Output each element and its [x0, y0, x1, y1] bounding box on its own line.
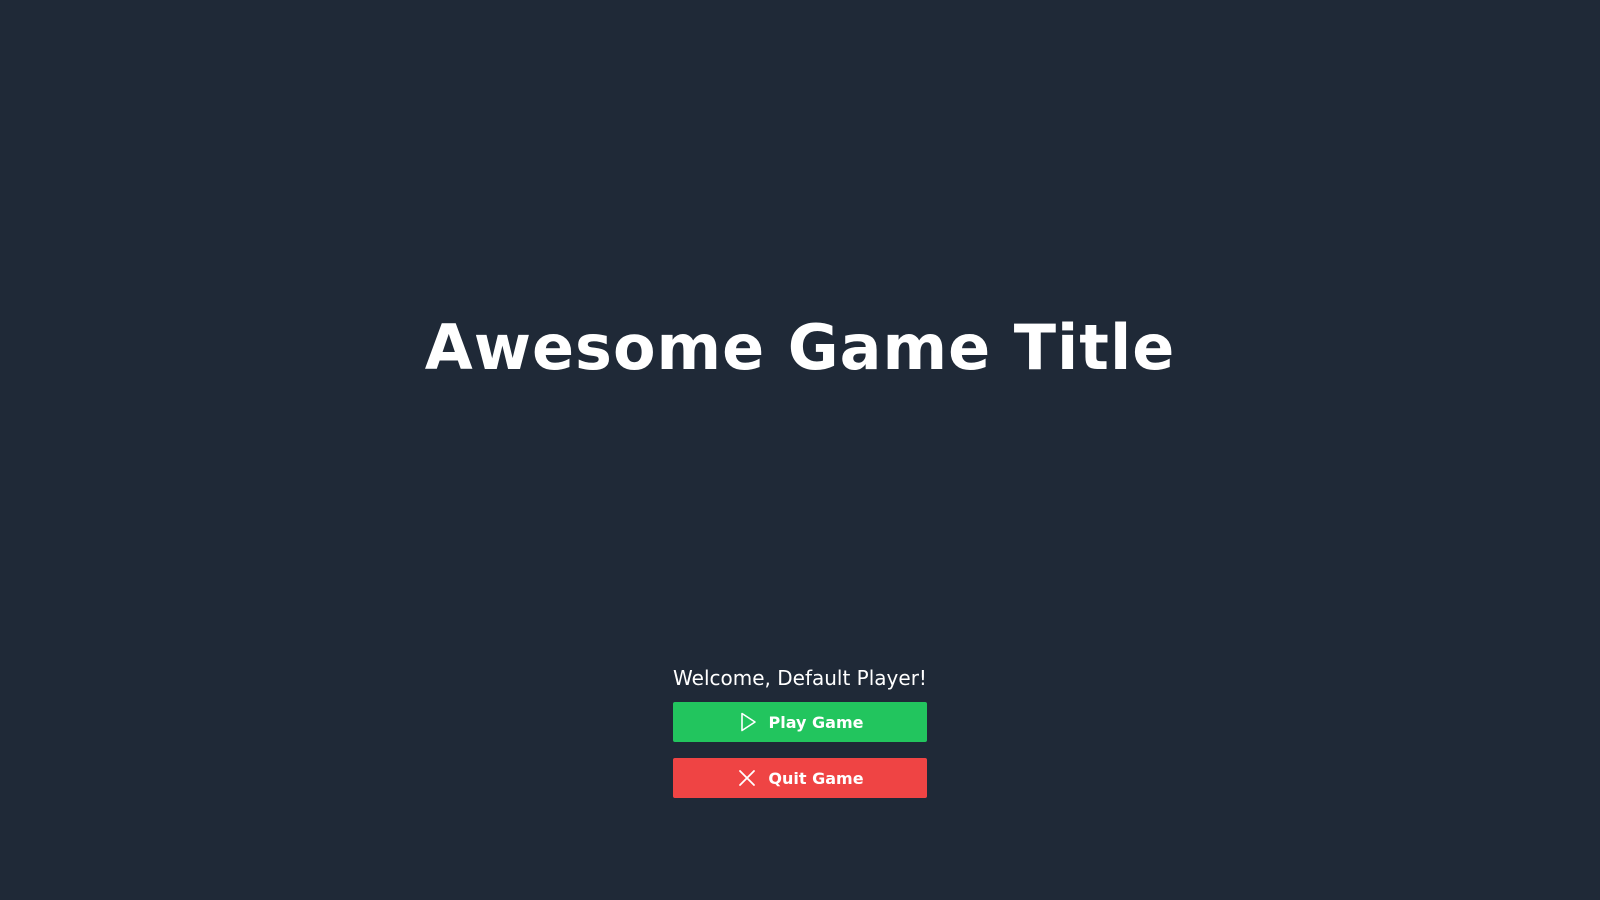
play-game-label: Play Game: [768, 712, 864, 732]
close-icon: [736, 767, 758, 789]
play-icon: [737, 711, 759, 733]
quit-game-button[interactable]: Quit Game: [673, 758, 927, 798]
main-menu: Welcome, Default Player! Play Game Quit …: [673, 664, 927, 798]
play-game-button[interactable]: Play Game: [673, 702, 927, 742]
game-title: Awesome Game Title: [424, 311, 1176, 384]
welcome-message: Welcome, Default Player!: [673, 666, 927, 690]
quit-game-label: Quit Game: [768, 768, 864, 788]
